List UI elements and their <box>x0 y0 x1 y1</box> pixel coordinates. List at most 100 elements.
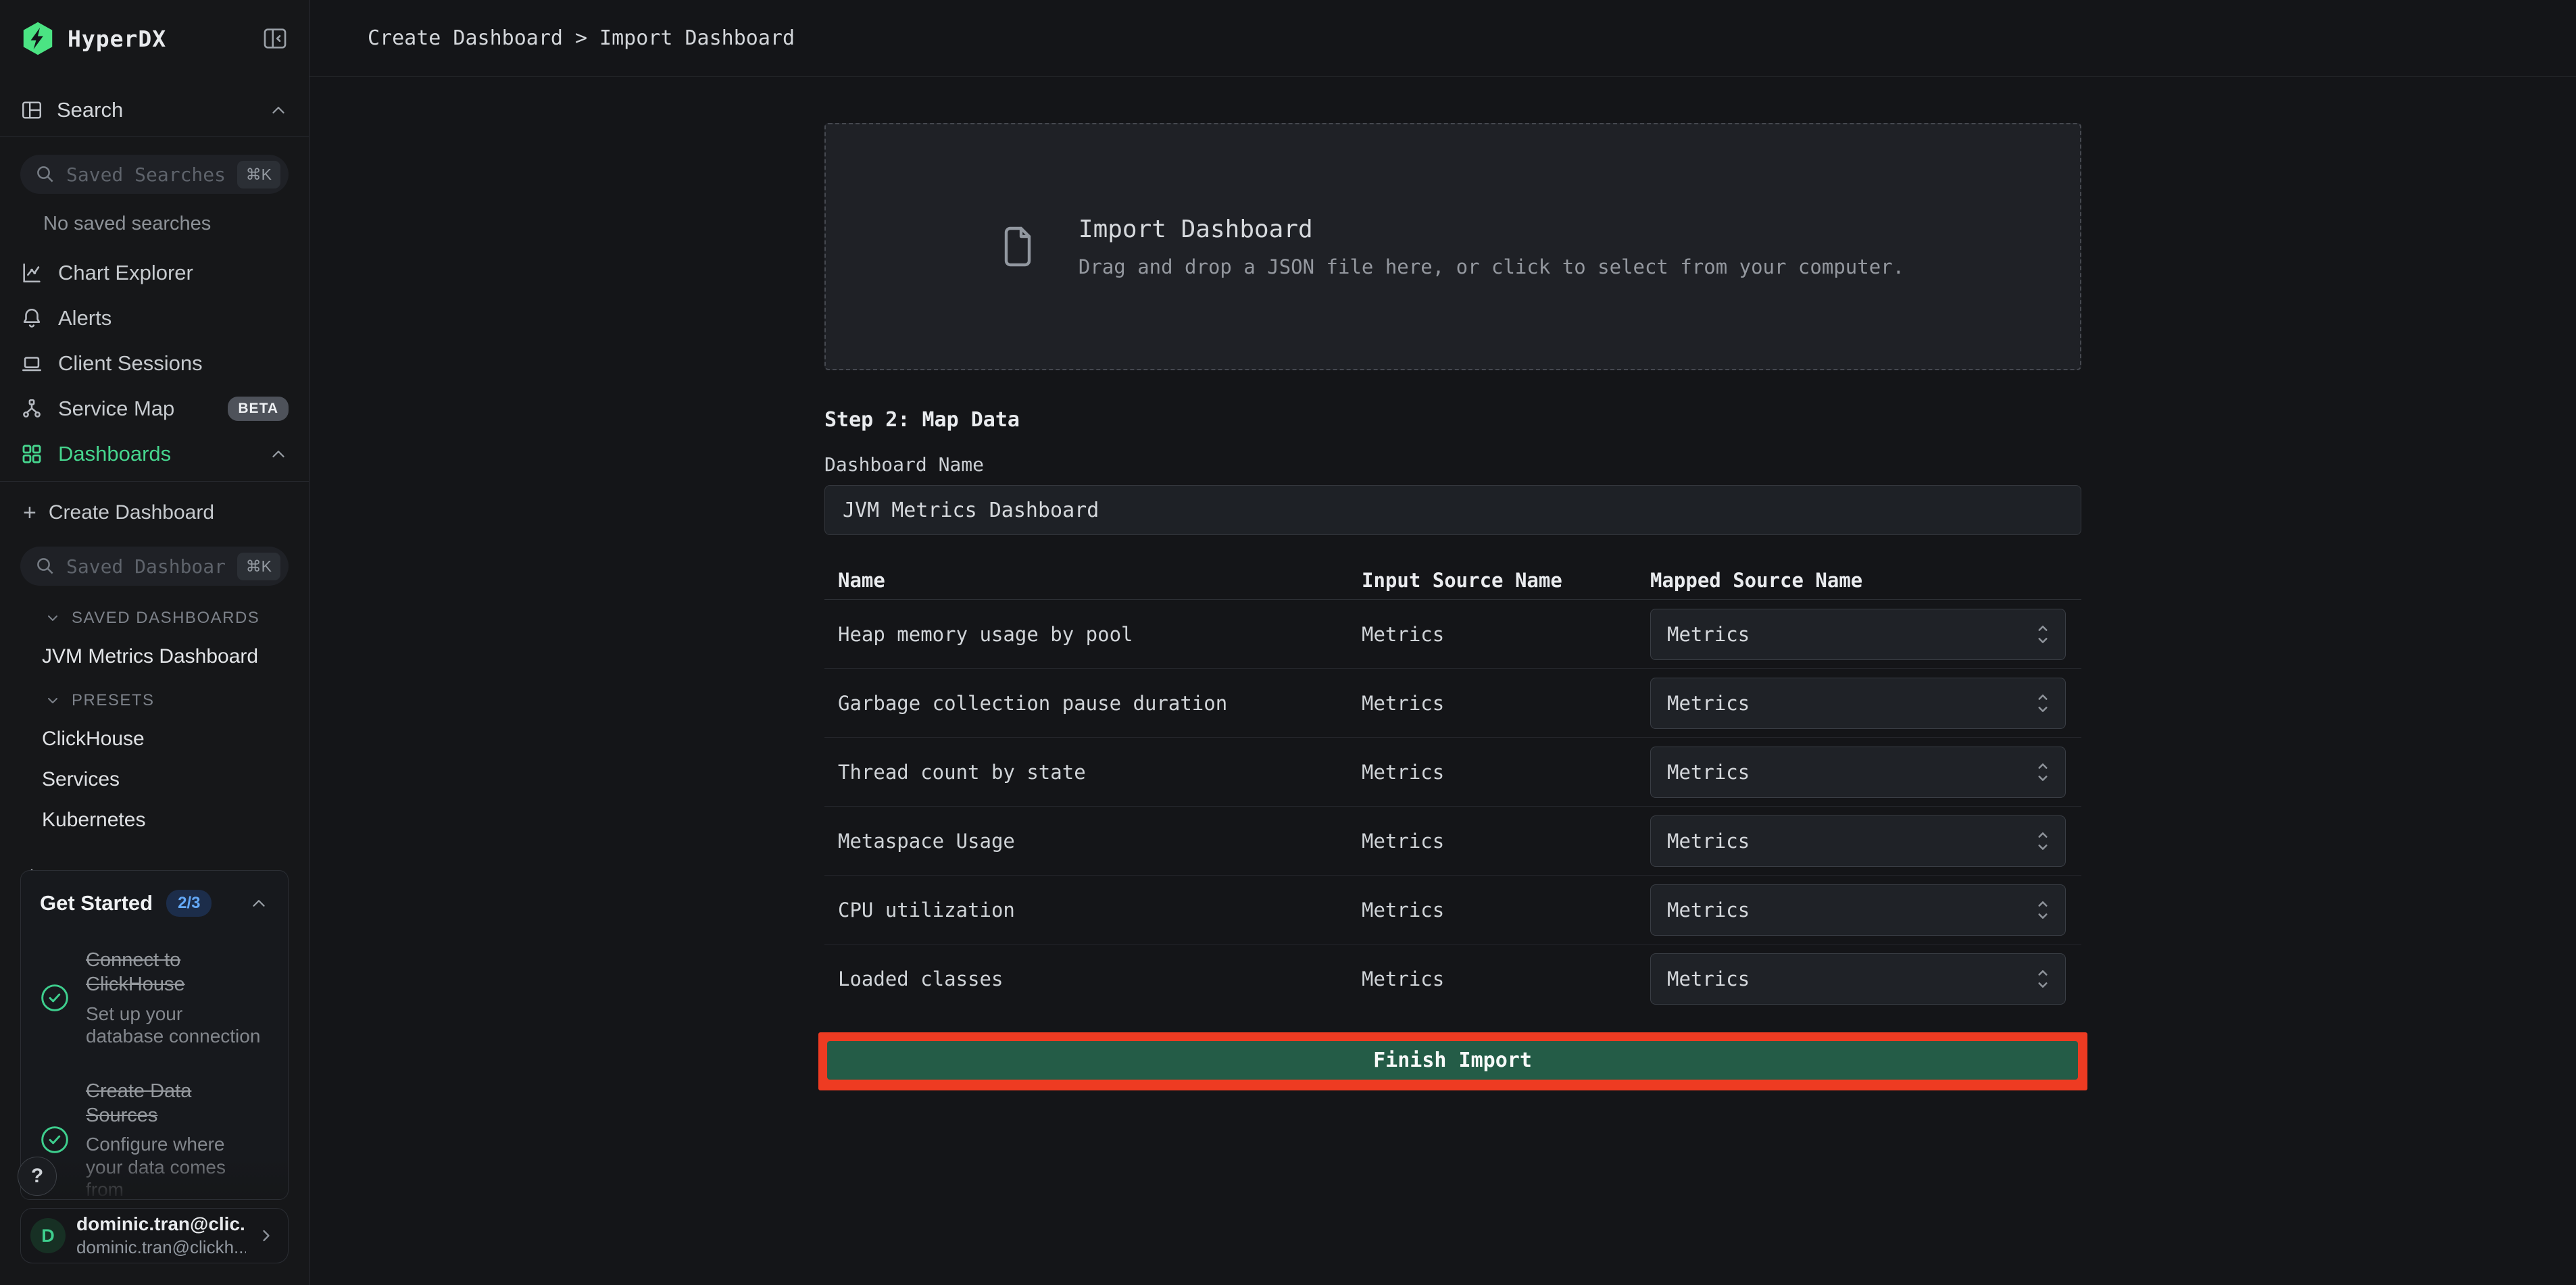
plus-icon: + <box>23 501 36 524</box>
step-title: Connect to ClickHouse <box>86 948 262 997</box>
sidebar-item-label: Client Sessions <box>58 351 203 376</box>
mapped-source-select[interactable]: Metrics <box>1650 609 2066 660</box>
selected-option: Metrics <box>1667 967 1750 990</box>
saved-searches-search[interactable]: ⌘K <box>20 155 289 194</box>
json-dropzone[interactable]: Import Dashboard Drag and drop a JSON fi… <box>824 123 2081 370</box>
table-row: Thread count by state Metrics Metrics <box>824 738 2081 807</box>
user-name: dominic.tran@clic... <box>76 1213 246 1235</box>
chart-name: Loaded classes <box>824 967 1362 990</box>
hyperdx-app: HyperDX Search <box>0 0 2576 1285</box>
saved-dashboards-input[interactable] <box>66 555 226 578</box>
sidebar-item-clickhouse[interactable]: ClickHouse <box>42 728 289 751</box>
sidebar-item-service-map[interactable]: Service Map BETA <box>20 393 289 425</box>
mapped-source-select[interactable]: Metrics <box>1650 678 2066 729</box>
step-label: Step 2: Map Data <box>824 408 2081 432</box>
sidebar-item-services[interactable]: Services <box>42 768 289 791</box>
chart-name: CPU utilization <box>824 899 1362 922</box>
column-header-input-source: Input Source Name <box>1362 569 1650 592</box>
presets-group-header[interactable]: PRESETS <box>45 691 289 710</box>
sidebar-item-jvm-metrics-dashboard[interactable]: JVM Metrics Dashboard <box>42 645 289 668</box>
sidebar-item-label: Alerts <box>58 306 112 330</box>
group-label: PRESETS <box>72 691 155 710</box>
avatar: D <box>30 1218 66 1253</box>
progress-badge: 2/3 <box>166 890 212 917</box>
table-row: Loaded classes Metrics Metrics <box>824 944 2081 1013</box>
saved-dashboards-search[interactable]: ⌘K <box>20 547 289 586</box>
chevron-up-down-icon <box>2034 690 2052 716</box>
chevron-up-down-icon <box>2034 897 2052 923</box>
import-column: Import Dashboard Drag and drop a JSON fi… <box>824 78 2081 1090</box>
input-source-value: Metrics <box>1362 623 1650 646</box>
group-label: SAVED DASHBOARDS <box>72 609 259 628</box>
dashboard-name-input[interactable] <box>824 485 2081 535</box>
search-section-header[interactable]: Search <box>20 95 289 126</box>
breadcrumb-create-dashboard[interactable]: Create Dashboard <box>368 26 563 50</box>
saved-dashboards-group-header[interactable]: SAVED DASHBOARDS <box>45 609 289 628</box>
help-button[interactable]: ? <box>18 1157 57 1196</box>
chevron-down-icon <box>45 610 61 626</box>
sidebar-item-label: Chart Explorer <box>58 261 193 285</box>
chevron-up-down-icon <box>2034 622 2052 647</box>
input-source-value: Metrics <box>1362 692 1650 715</box>
table-header: Name Input Source Name Mapped Source Nam… <box>824 561 2081 600</box>
sidebar-item-kubernetes[interactable]: Kubernetes <box>42 809 289 832</box>
no-saved-searches-note: No saved searches <box>43 213 289 235</box>
chart-explorer-icon <box>20 261 43 284</box>
finish-import-button[interactable]: Finish Import <box>827 1041 2078 1080</box>
mapped-source-select[interactable]: Metrics <box>1650 884 2066 936</box>
laptop-icon <box>20 352 43 375</box>
sidebar-item-alerts[interactable]: Alerts <box>20 302 289 334</box>
sidebar-item-label: Dashboards <box>58 442 171 466</box>
chevron-up-icon[interactable] <box>268 444 289 464</box>
chevron-up-down-icon <box>2034 966 2052 992</box>
mapped-source-select[interactable]: Metrics <box>1650 815 2066 867</box>
get-started-header[interactable]: Get Started 2/3 <box>40 890 269 917</box>
sidebar-item-dashboards[interactable]: Dashboards <box>20 438 289 470</box>
breadcrumb-separator: > <box>575 26 587 50</box>
search-icon <box>35 556 55 576</box>
saved-searches-input[interactable] <box>66 163 226 186</box>
input-source-value: Metrics <box>1362 899 1650 922</box>
top-bar: Create Dashboard > Import Dashboard <box>309 0 2576 77</box>
chevron-up-icon[interactable] <box>249 893 269 913</box>
input-source-value: Metrics <box>1362 830 1650 853</box>
user-menu[interactable]: D dominic.tran@clic... dominic.tran@clic… <box>20 1208 289 1263</box>
dropzone-subtitle: Drag and drop a JSON file here, or click… <box>1079 255 1904 278</box>
annotation-highlight-box: Finish Import <box>818 1032 2087 1090</box>
collapse-sidebar-icon[interactable] <box>262 25 289 52</box>
chevron-up-down-icon <box>2034 759 2052 785</box>
step-description: Set up your database connection <box>86 1003 262 1048</box>
chevron-up-icon[interactable] <box>268 100 289 120</box>
get-started-step-data-sources[interactable]: Create Data Sources Configure where your… <box>40 1079 269 1200</box>
input-source-value: Metrics <box>1362 967 1650 990</box>
chart-name: Metaspace Usage <box>824 830 1362 853</box>
mapped-source-select[interactable]: Metrics <box>1650 953 2066 1005</box>
selected-option: Metrics <box>1667 692 1750 715</box>
main-content: Import Dashboard Drag and drop a JSON fi… <box>309 78 2576 1285</box>
get-started-step-connect[interactable]: Connect to ClickHouse Set up your databa… <box>40 948 269 1048</box>
table-row: Heap memory usage by pool Metrics Metric… <box>824 600 2081 669</box>
column-header-mapped-source: Mapped Source Name <box>1650 569 2081 592</box>
service-map-icon <box>20 397 43 420</box>
sidebar-divider <box>0 136 309 137</box>
app-title: HyperDX <box>68 26 166 52</box>
selected-option: Metrics <box>1667 761 1750 784</box>
mapped-source-select[interactable]: Metrics <box>1650 747 2066 798</box>
sidebar-item-client-sessions[interactable]: Client Sessions <box>20 347 289 380</box>
chevron-down-icon <box>45 692 61 709</box>
sidebar-item-chart-explorer[interactable]: Chart Explorer <box>20 257 289 289</box>
table-row: CPU utilization Metrics Metrics <box>824 876 2081 944</box>
bell-icon <box>20 307 43 330</box>
step-title: Create Data Sources <box>86 1079 262 1128</box>
chart-name: Garbage collection pause duration <box>824 692 1362 715</box>
step-description: Configure where your data comes from <box>86 1133 262 1200</box>
create-dashboard-label: Create Dashboard <box>49 501 214 524</box>
beta-badge: BETA <box>228 397 289 421</box>
chevron-up-down-icon <box>2034 828 2052 854</box>
create-dashboard-button[interactable]: + Create Dashboard <box>23 497 289 529</box>
hyperdx-logo-icon <box>20 21 55 56</box>
column-header-name: Name <box>824 569 1362 592</box>
breadcrumb-import-dashboard: Import Dashboard <box>599 26 795 50</box>
user-email: dominic.tran@clickh... <box>76 1237 246 1258</box>
search-section-label: Search <box>57 98 123 122</box>
